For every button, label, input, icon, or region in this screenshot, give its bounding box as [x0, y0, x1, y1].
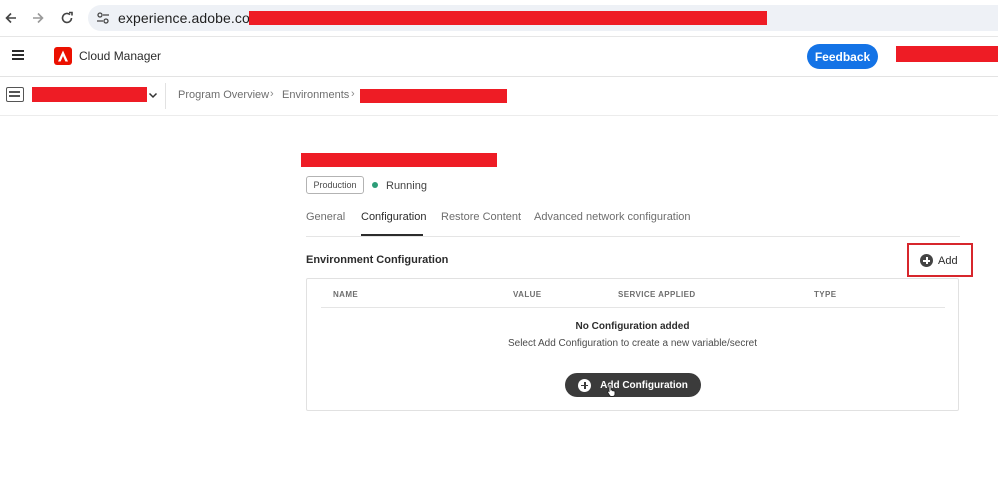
environment-status: Running: [386, 180, 427, 192]
tab-general[interactable]: General: [306, 211, 345, 223]
app-title[interactable]: Cloud Manager: [79, 49, 161, 63]
column-header-value[interactable]: VALUE: [513, 290, 542, 299]
redacted-url: [249, 11, 767, 25]
add-configuration-button[interactable]: Add Configuration: [565, 373, 701, 397]
redacted-program-name[interactable]: [32, 87, 147, 102]
column-header-service-applied[interactable]: SERVICE APPLIED: [618, 290, 696, 299]
column-header-name[interactable]: NAME: [333, 290, 358, 299]
tab-configuration[interactable]: Configuration: [361, 211, 426, 223]
breadcrumb-environments[interactable]: Environments: [282, 89, 349, 101]
address-bar[interactable]: experience.adobe.com/#: [88, 5, 998, 31]
add-button-label: Add: [938, 254, 958, 267]
adobe-logo-icon: [54, 47, 72, 65]
program-icon: [6, 87, 24, 102]
tab-advanced-network-configuration[interactable]: Advanced network configuration: [534, 211, 691, 223]
redacted-user: [896, 46, 998, 62]
forward-arrow-icon[interactable]: [29, 9, 47, 27]
breadcrumb-separator: ›: [270, 88, 274, 100]
site-info-icon[interactable]: [96, 11, 110, 30]
reload-icon[interactable]: [58, 9, 76, 27]
redacted-environment-crumb: [360, 89, 507, 103]
browser-toolbar: experience.adobe.com/#: [0, 0, 998, 37]
column-header-type[interactable]: TYPE: [814, 290, 837, 299]
plus-circle-icon: [920, 254, 933, 267]
header-divider: [321, 307, 945, 308]
hamburger-menu-icon[interactable]: [12, 50, 24, 60]
add-button[interactable]: Add: [920, 254, 958, 267]
breadcrumb-program-overview[interactable]: Program Overview: [178, 89, 269, 101]
chevron-down-icon[interactable]: [148, 90, 158, 103]
divider: [165, 83, 166, 109]
environment-type-tag: Production: [306, 176, 364, 194]
tab-restore-content[interactable]: Restore Content: [441, 211, 521, 223]
plus-circle-icon: [578, 378, 592, 392]
section-title: Environment Configuration: [306, 254, 449, 266]
app-header: Cloud Manager Feedback: [0, 36, 998, 77]
feedback-button[interactable]: Feedback: [807, 44, 878, 69]
back-arrow-icon[interactable]: [2, 9, 20, 27]
breadcrumb-bar: Program Overview › Environments ›: [0, 77, 998, 116]
active-tab-indicator: [361, 234, 423, 236]
breadcrumb-separator: ›: [351, 88, 355, 100]
hand-cursor-icon: [606, 383, 618, 397]
configuration-table: NAME VALUE SERVICE APPLIED TYPE No Confi…: [306, 278, 959, 411]
redacted-environment-title: [301, 153, 497, 167]
environment-tabs: General Configuration Restore Content Ad…: [306, 205, 960, 237]
empty-state-title: No Configuration added: [575, 321, 690, 332]
empty-state-subtitle: Select Add Configuration to create a new…: [507, 338, 758, 349]
status-dot-icon: [372, 182, 378, 188]
